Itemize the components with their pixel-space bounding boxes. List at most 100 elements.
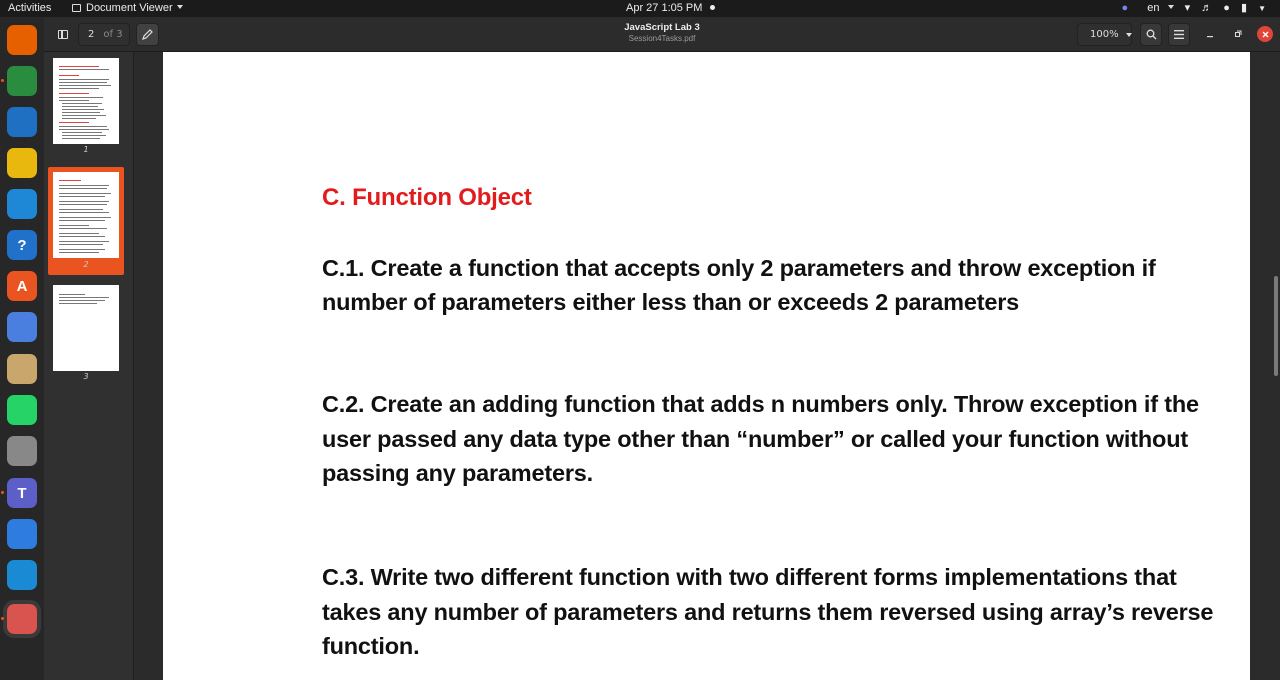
thumbnail-text-line bbox=[59, 303, 97, 304]
search-button[interactable] bbox=[1140, 23, 1162, 46]
top-bar: Activities Document Viewer Apr 27 1:05 P… bbox=[0, 0, 1280, 17]
thumbnail-text-line bbox=[59, 209, 103, 210]
thumbnail-text-line bbox=[59, 201, 109, 202]
language-label: en bbox=[1147, 2, 1160, 14]
thumbnail-page-number: 1 bbox=[83, 145, 89, 154]
teams-icon-glyph: T bbox=[17, 484, 27, 502]
thumbnail-page-1[interactable]: 1 bbox=[48, 54, 124, 158]
thumbnail-text-line bbox=[59, 233, 99, 234]
header-bar: 2 of 3 JavaScript Lab 3 Session4Tasks.pdf… bbox=[44, 17, 1280, 52]
chrome-icon[interactable] bbox=[7, 66, 37, 96]
thumbnail-text-line bbox=[62, 118, 96, 119]
chevron-down-icon: ▼ bbox=[1258, 4, 1266, 13]
thumbnail-text-line bbox=[62, 103, 102, 104]
app-center-icon[interactable]: A bbox=[7, 271, 37, 301]
zoom-selector[interactable]: 100% bbox=[1077, 23, 1132, 46]
text-editor-icon[interactable] bbox=[7, 519, 37, 549]
thumbnail-text-line bbox=[59, 88, 99, 89]
chevron-down-icon bbox=[1125, 32, 1132, 37]
thumbnail-page-number: 3 bbox=[83, 372, 89, 381]
writer-icon[interactable] bbox=[7, 189, 37, 219]
help-icon-glyph: ? bbox=[17, 236, 27, 254]
thumbnail-image bbox=[53, 285, 119, 371]
thumbnail-text-line bbox=[59, 217, 111, 218]
thumbnail-text-line bbox=[59, 228, 107, 229]
thumbnail-text-line bbox=[59, 75, 79, 76]
thumbnail-page-number: 2 bbox=[83, 260, 89, 269]
pdf-page: C. Function Object C.1. Create a functio… bbox=[163, 52, 1250, 680]
chrome-icon-glyph bbox=[7, 66, 37, 96]
document-viewer-icon-glyph bbox=[7, 604, 37, 634]
minimize-button[interactable] bbox=[1202, 26, 1218, 42]
text-editor-icon-glyph bbox=[7, 519, 37, 549]
battery-icon: ▮ bbox=[1240, 2, 1248, 14]
chevron-down-icon bbox=[1167, 5, 1174, 9]
network-icon: ▾ bbox=[1184, 2, 1191, 14]
clock[interactable]: Apr 27 1:05 PM bbox=[626, 2, 716, 15]
thumbnail-text-line bbox=[62, 132, 102, 133]
thumbnail-text-line bbox=[59, 100, 89, 101]
thunderbird-icon-glyph bbox=[7, 107, 37, 137]
writer-icon-glyph bbox=[7, 189, 37, 219]
vertical-scrollbar[interactable] bbox=[1274, 276, 1278, 376]
thumbnail-text-line bbox=[59, 188, 107, 189]
zoom-value: 100% bbox=[1090, 29, 1119, 40]
firefox-icon[interactable] bbox=[7, 25, 37, 55]
maximize-button[interactable] bbox=[1230, 26, 1246, 42]
thumbnail-text-line bbox=[62, 138, 100, 139]
settings-icon[interactable] bbox=[7, 436, 37, 466]
whatsapp-icon[interactable] bbox=[7, 395, 37, 425]
restore-icon bbox=[1235, 30, 1242, 37]
section-heading: C. Function Object bbox=[322, 184, 532, 211]
thunderbird-icon[interactable] bbox=[7, 107, 37, 137]
thumbnail-text-line bbox=[59, 244, 103, 245]
task-c2: C.2. Create an adding function that adds… bbox=[322, 391, 1199, 486]
running-indicator bbox=[1, 617, 4, 620]
thumbnail-text-line bbox=[59, 129, 109, 130]
thumbnail-text-line bbox=[59, 241, 109, 242]
activities-button[interactable]: Activities bbox=[8, 2, 51, 15]
thumbnail-text-line bbox=[62, 115, 106, 116]
thumbnail-text-line bbox=[59, 249, 105, 250]
system-tray[interactable]: ● en ▾ ♬ ● ▮ ▼ bbox=[1114, 2, 1266, 15]
thumbnail-text-line bbox=[59, 294, 85, 295]
hamburger-menu-icon bbox=[1174, 30, 1184, 39]
thumbnail-text-line bbox=[59, 85, 111, 86]
language-indicator[interactable]: en bbox=[1139, 2, 1174, 15]
thumbnail-text-line bbox=[59, 66, 99, 67]
thumbnail-image bbox=[53, 172, 119, 258]
firefox-icon-glyph bbox=[7, 25, 37, 55]
close-icon bbox=[1262, 31, 1268, 37]
files-icon[interactable] bbox=[7, 354, 37, 384]
teams-icon[interactable]: T bbox=[7, 478, 37, 508]
whatsapp-icon-glyph bbox=[7, 395, 37, 425]
document-view[interactable]: C. Function Object C.1. Create a functio… bbox=[134, 52, 1280, 680]
help-icon[interactable]: ? bbox=[7, 230, 37, 260]
vscode-icon[interactable] bbox=[7, 560, 37, 590]
teams-tray-icon[interactable]: ● bbox=[1122, 2, 1129, 15]
chevron-down-icon bbox=[176, 5, 183, 9]
thumbnail-image bbox=[53, 58, 119, 144]
search-icon bbox=[1146, 29, 1156, 40]
rhythmbox-icon[interactable] bbox=[7, 148, 37, 178]
app-menu[interactable]: Document Viewer bbox=[72, 2, 183, 15]
thumbnail-text-line bbox=[59, 126, 107, 127]
thumbnail-text-line bbox=[59, 196, 105, 197]
thumbnail-text-line bbox=[59, 79, 109, 80]
microphone-icon: ● bbox=[1223, 2, 1230, 14]
thumbnail-text-line bbox=[59, 97, 103, 98]
thumbnail-text-line bbox=[59, 69, 109, 70]
thumbnail-page-2[interactable]: 2 bbox=[48, 167, 124, 275]
thumbnail-text-line bbox=[59, 220, 105, 221]
rhythmbox-icon-glyph bbox=[7, 148, 37, 178]
main-menu-button[interactable] bbox=[1168, 23, 1190, 46]
close-button[interactable] bbox=[1257, 26, 1273, 42]
chromium-icon[interactable] bbox=[7, 312, 37, 342]
minimize-icon bbox=[1207, 36, 1213, 38]
thumbnail-text-line bbox=[59, 252, 99, 253]
thumbnail-page-3[interactable]: 3 bbox=[48, 281, 124, 385]
thumbnail-text-line bbox=[59, 82, 107, 83]
document-viewer-icon[interactable] bbox=[3, 600, 41, 638]
volume-icon: ♬ bbox=[1201, 2, 1213, 14]
dock: ? A T bbox=[0, 17, 44, 680]
